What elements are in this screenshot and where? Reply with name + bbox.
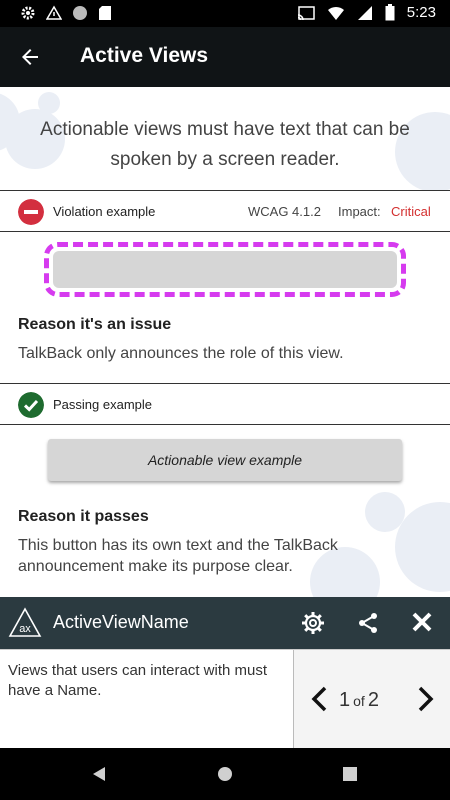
reason-passes-heading: Reason it passes xyxy=(18,508,149,525)
app-bar: Active Views xyxy=(0,27,450,87)
unlabeled-actionable-view[interactable] xyxy=(44,242,406,297)
system-nav-bar xyxy=(0,748,450,800)
passing-header: Passing example xyxy=(0,383,450,425)
ax-logo-icon: ax xyxy=(8,607,42,637)
check-name: ActiveViewName xyxy=(53,612,189,632)
page-indicator: 1 of 2 xyxy=(339,689,379,712)
check-description: Views that users can interact with must … xyxy=(8,662,267,699)
circle-icon xyxy=(73,6,87,20)
status-time: 5:23 xyxy=(406,4,436,21)
recents-square-icon[interactable] xyxy=(343,767,357,781)
reason-issue-heading: Reason it's an issue xyxy=(18,316,172,333)
unlabeled-view-fill xyxy=(53,251,397,288)
wcag-criterion: WCAG 4.1.2 xyxy=(248,204,321,219)
arrow-back-icon[interactable] xyxy=(18,45,42,69)
sd-card-icon xyxy=(99,6,111,20)
scanner-panel-bar: ax ActiveViewName xyxy=(0,597,450,649)
close-icon[interactable] xyxy=(410,610,434,634)
passing-label: Passing example xyxy=(53,397,152,412)
page-title: Active Views xyxy=(80,44,209,67)
actionable-view-example-button[interactable]: Actionable view example xyxy=(48,439,402,481)
chevron-left-icon[interactable] xyxy=(308,686,330,712)
settings-gear-icon[interactable] xyxy=(301,611,325,635)
ax-logo-text: ax xyxy=(19,623,31,635)
intro-text: Actionable views must have text that can… xyxy=(40,119,410,170)
decorative-bubble xyxy=(38,92,60,114)
status-left-icons xyxy=(20,5,112,21)
check-circle-icon xyxy=(18,392,44,418)
impact-value: Critical xyxy=(391,204,431,219)
reason-issue-text: TalkBack only announces the role of this… xyxy=(18,345,344,362)
back-triangle-icon[interactable] xyxy=(92,766,106,782)
impact-label: Impact: xyxy=(338,204,381,219)
reason-passes-text: This button has its own text and the Tal… xyxy=(18,537,338,575)
violation-header: Violation example WCAG 4.1.2 Impact: Cri… xyxy=(0,190,450,232)
signal-triangle-icon xyxy=(46,5,62,20)
content-area[interactable]: Actionable views must have text that can… xyxy=(0,87,450,597)
share-icon[interactable] xyxy=(356,611,380,635)
battery-icon xyxy=(385,4,395,21)
chevron-right-icon[interactable] xyxy=(415,686,437,712)
status-right-icons: 5:23 xyxy=(297,4,436,21)
violation-minus-icon xyxy=(18,199,44,225)
gear-icon xyxy=(21,6,35,20)
page-of: of xyxy=(353,693,365,709)
status-bar: 5:23 xyxy=(0,0,450,27)
scanner-panel-body: Views that users can interact with must … xyxy=(0,649,450,749)
page-total: 2 xyxy=(367,689,379,711)
result-pager: 1 of 2 xyxy=(293,650,450,749)
cast-icon xyxy=(297,5,315,20)
wifi-icon xyxy=(327,6,344,20)
home-circle-icon[interactable] xyxy=(217,766,233,782)
violation-label: Violation example xyxy=(53,204,156,219)
cell-signal-icon xyxy=(357,5,372,20)
page-current: 1 xyxy=(339,689,351,711)
